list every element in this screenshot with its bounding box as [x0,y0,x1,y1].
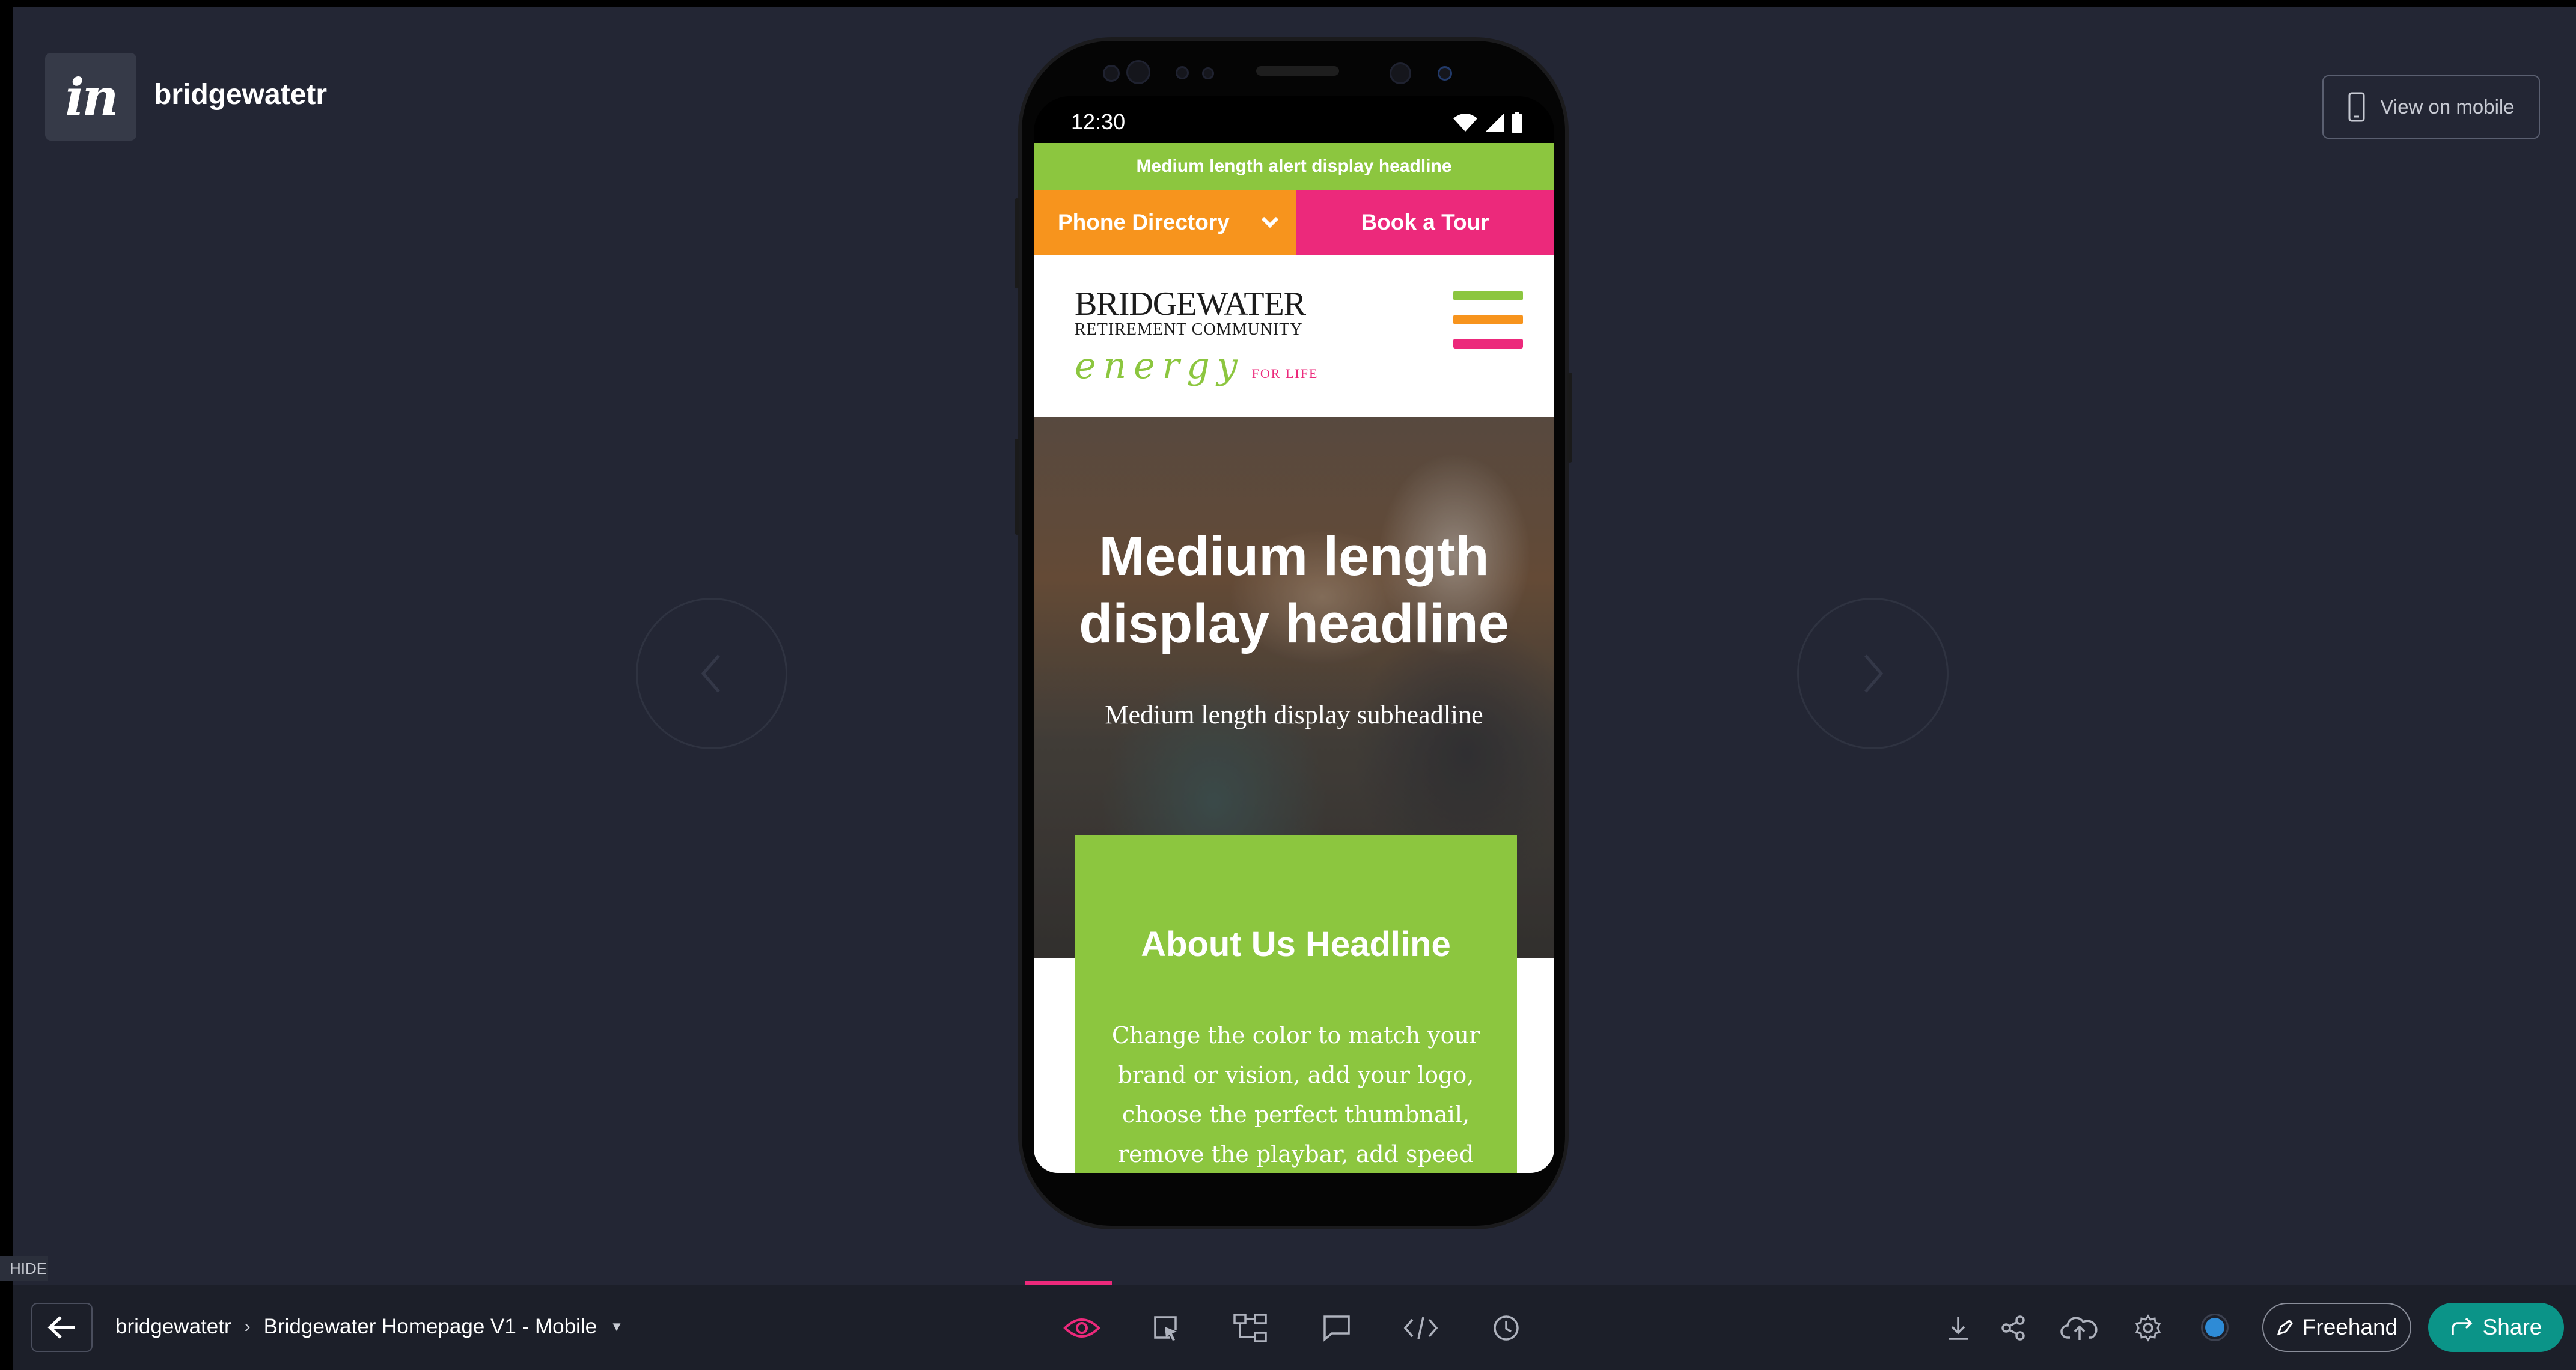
alert-banner[interactable]: Medium length alert display headline [1034,143,1554,190]
upload-button[interactable] [2056,1309,2104,1347]
invision-logo[interactable]: in [45,53,136,141]
menu-bar-green [1453,291,1523,300]
share-label: Share [2482,1315,2542,1339]
inspect-mode-button[interactable] [1147,1309,1185,1347]
about-body-text: Change the color to match your brand or … [1111,1022,1480,1168]
hide-toolbar-button[interactable]: HIDE [0,1256,48,1281]
logo-text: in [65,67,119,127]
freehand-label: Freehand [2302,1315,2398,1339]
menu-bar-orange [1453,315,1523,324]
caret-down-icon[interactable]: ▼ [610,1319,623,1335]
avatar-dot [2205,1318,2224,1337]
share-link-button[interactable] [1994,1309,2033,1347]
arrow-left-icon [47,1316,75,1339]
breadcrumb: bridgewatetr › Bridgewater Homepage V1 -… [115,1315,623,1339]
code-mode-button[interactable] [1402,1309,1440,1347]
about-headline: About Us Headline [1141,925,1451,964]
code-icon [1403,1317,1438,1339]
hero-headline: Medium length display headline [1079,526,1509,654]
book-a-tour-button[interactable]: Book a Tour [1296,190,1554,255]
view-on-mobile-label: View on mobile [2380,96,2515,118]
phone-camera [1103,65,1120,82]
brand-subtitle: RETIREMENT COMMUNITY [1075,320,1303,339]
hero-subheadline: Medium length display subheadline [1105,700,1483,729]
brand-tagline-suffix: FOR LIFE [1251,366,1319,381]
user-avatar[interactable] [2201,1314,2229,1341]
phone-side-button [1015,198,1019,288]
hamburger-menu-icon[interactable] [1453,291,1523,363]
share-arrow-icon [2451,1317,2473,1335]
history-button[interactable] [1487,1309,1525,1347]
window-frame-top [0,0,2576,7]
book-a-tour-label: Book a Tour [1361,210,1489,234]
phone-sensor [1438,66,1452,81]
phone-directory-label: Phone Directory [1058,210,1230,234]
phone-speaker [1256,66,1339,76]
freehand-pen-icon [2277,1320,2293,1336]
chevron-down-icon [1261,216,1278,228]
wifi-icon [1453,114,1477,132]
site-logo[interactable]: BRIDGEWATER RETIREMENT COMMUNITY energy … [1075,287,1318,387]
phone-screen: 12:30 Medium length alert display headli… [1034,96,1554,1173]
breadcrumb-screen[interactable]: Bridgewater Homepage V1 - Mobile [264,1315,597,1339]
project-title: bridgewatetr [154,79,328,111]
top-action-bar: Phone Directory Book a Tour [1034,190,1554,255]
bottom-toolbar: bridgewatetr › Bridgewater Homepage V1 -… [13,1285,2576,1370]
window-frame-left [0,0,13,1370]
brand-tagline: energy [1075,345,1245,387]
about-us-card: About Us Headline Change the color to ma… [1075,835,1517,1173]
battery-icon [1512,112,1522,133]
phone-side-button [1015,439,1019,535]
site-header: BRIDGEWATER RETIREMENT COMMUNITY energy … [1034,255,1554,417]
mobile-phone-icon [2348,92,2365,122]
eye-icon [1063,1318,1100,1338]
phone-sensor [1202,67,1214,79]
share-button[interactable]: Share [2428,1303,2564,1352]
settings-button[interactable] [2129,1309,2167,1347]
status-bar: 12:30 [1034,96,1554,143]
phone-side-button [1567,373,1572,463]
signal-icon [1486,114,1504,132]
download-icon [1949,1317,1968,1340]
comment-mode-button[interactable] [1317,1309,1356,1347]
cursor-box-icon [1154,1316,1177,1341]
breadcrumb-project[interactable]: bridgewatetr [115,1315,231,1339]
previous-screen-button[interactable] [636,598,787,749]
chevron-right-icon [1864,654,1884,693]
comment-icon [1323,1315,1350,1342]
share-nodes-icon [2001,1315,2025,1341]
clock-icon [1494,1315,1519,1341]
phone-camera [1126,60,1150,84]
flow-mode-button[interactable] [1231,1309,1269,1347]
brand-name: BRIDGEWATER [1075,285,1306,323]
chevron-left-icon [701,654,720,693]
menu-bar-pink [1453,339,1523,349]
status-time: 12:30 [1071,109,1126,134]
phone-directory-dropdown[interactable]: Phone Directory [1034,190,1296,255]
back-button[interactable] [31,1303,93,1352]
freehand-button[interactable]: Freehand [2262,1303,2411,1352]
phone-front-camera [1390,62,1411,84]
preview-mode-button[interactable] [1063,1309,1101,1347]
view-on-mobile-button[interactable]: View on mobile [2322,75,2540,139]
next-screen-button[interactable] [1797,598,1949,749]
cloud-upload-icon [2060,1317,2098,1340]
gear-icon [2135,1314,2161,1342]
breadcrumb-separator-icon: › [244,1317,251,1336]
download-button[interactable] [1939,1309,1977,1347]
flow-map-icon [1233,1314,1267,1342]
phone-sensor [1176,66,1189,79]
